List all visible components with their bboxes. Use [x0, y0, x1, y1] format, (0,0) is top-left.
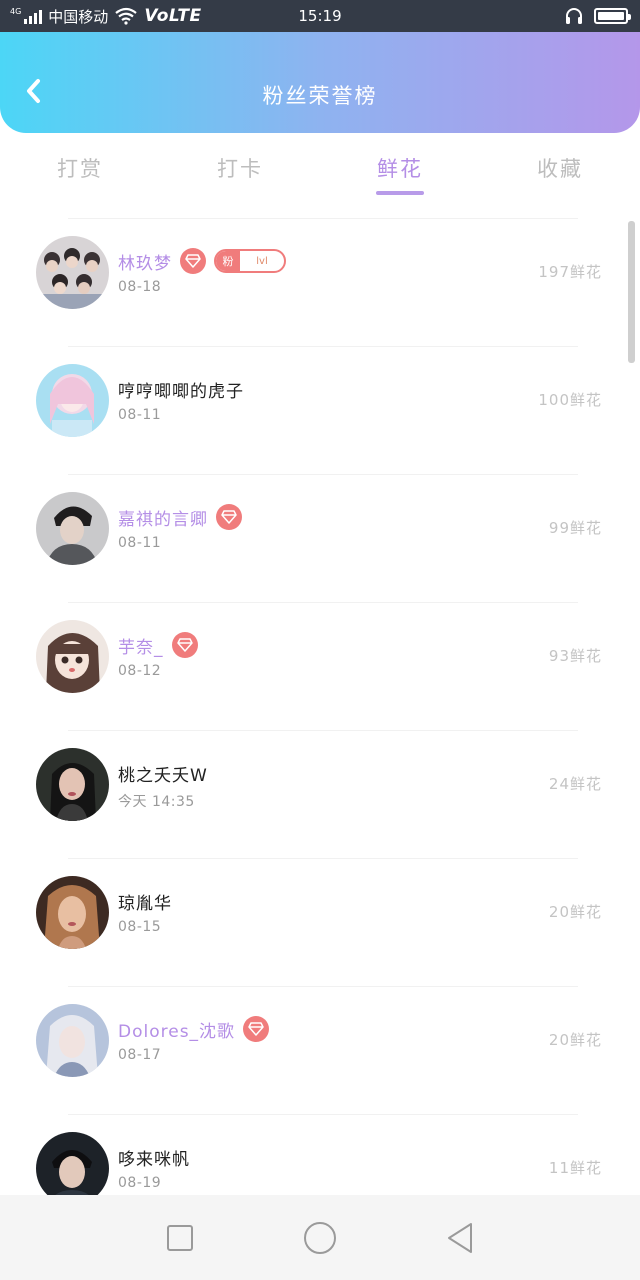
list-item[interactable]: Dolores_沈歌 08-17 20鲜花: [0, 986, 640, 1114]
fan-name: 哆来咪帆: [118, 1149, 190, 1170]
scrollbar[interactable]: [628, 221, 635, 363]
avatar[interactable]: [36, 364, 109, 437]
divider: [68, 730, 578, 731]
tab-favorites[interactable]: 收藏: [480, 133, 640, 217]
name-line: 芋奈_: [118, 631, 198, 659]
tab-label: 鲜花: [377, 157, 423, 181]
avatar[interactable]: [36, 236, 109, 309]
page-title: 粉丝荣誉榜: [262, 84, 378, 108]
fan-name: 芋奈_: [118, 637, 164, 658]
fan-name: 哼哼唧唧的虎子: [118, 381, 244, 402]
fan-date: 08-11: [118, 407, 162, 423]
divider: [68, 986, 578, 987]
list-item[interactable]: 琼胤华 08-15 20鲜花: [0, 858, 640, 986]
name-line: 桃之夭夭W: [118, 759, 208, 787]
avatar[interactable]: [36, 876, 109, 949]
tab-label: 打赏: [57, 157, 103, 181]
headphone-icon: [566, 8, 582, 24]
fan-badge-label: 粉: [216, 251, 240, 271]
page-header: 粉丝荣誉榜: [0, 32, 640, 133]
flower-count: 99鲜花: [548, 519, 602, 537]
list-item[interactable]: 哆来咪帆 08-19 11鲜花: [0, 1114, 640, 1195]
list-item[interactable]: 嘉祺的言卿 08-11 99鲜花: [0, 474, 640, 602]
fan-date: 08-12: [118, 663, 162, 679]
fan-name: Dolores_沈歌: [118, 1021, 236, 1042]
home-button[interactable]: [300, 1218, 340, 1258]
flower-count: 20鲜花: [548, 903, 602, 921]
tab-flowers[interactable]: 鲜花: [320, 133, 480, 217]
flower-count: 197鲜花: [538, 263, 602, 281]
fan-date: 08-19: [118, 1175, 162, 1191]
recent-apps-button[interactable]: [160, 1218, 200, 1258]
divider: [68, 858, 578, 859]
fan-ranking-list: 林玖梦 粉 lvl 08-18 197鲜花 哼哼唧唧的虎子 08-11 100鲜…: [0, 218, 640, 1195]
fan-name: 林玖梦: [118, 253, 172, 274]
name-line: 林玖梦 粉 lvl: [118, 247, 286, 275]
list-item[interactable]: 林玖梦 粉 lvl 08-18 197鲜花: [0, 218, 640, 346]
diamond-icon: [216, 504, 242, 530]
avatar[interactable]: [36, 620, 109, 693]
status-right: [564, 6, 631, 26]
name-line: 琼胤华: [118, 887, 172, 915]
fan-date: 08-15: [118, 919, 162, 935]
fan-name: 嘉祺的言卿: [118, 509, 208, 530]
diamond-icon: [171, 632, 198, 658]
signal-icon: 4G: [10, 7, 43, 24]
fan-date: 08-18: [118, 279, 162, 295]
tab-checkin[interactable]: 打卡: [160, 133, 320, 217]
flower-count: 11鲜花: [548, 1159, 602, 1177]
name-line: 哆来咪帆: [118, 1143, 190, 1171]
carrier-name: 中国移动: [48, 7, 109, 26]
status-time: 15:19: [298, 7, 342, 25]
divider: [68, 602, 578, 603]
name-line: Dolores_沈歌: [118, 1015, 270, 1043]
avatar[interactable]: [36, 1004, 109, 1077]
tab-label: 打卡: [217, 157, 263, 181]
tab-reward[interactable]: 打赏: [0, 133, 160, 217]
divider: [68, 218, 578, 219]
avatar[interactable]: [36, 748, 109, 821]
fan-level-badge: 粉 lvl: [214, 249, 286, 273]
status-bar: 4G 中国移动 VoLTE 15:19: [0, 0, 640, 32]
back-icon: [448, 1222, 472, 1253]
list-item[interactable]: 哼哼唧唧的虎子 08-11 100鲜花: [0, 346, 640, 474]
avatar[interactable]: [36, 1132, 109, 1195]
flower-count: 20鲜花: [548, 1031, 602, 1049]
fan-date: 08-11: [118, 535, 162, 551]
list-item[interactable]: 桃之夭夭W 今天 14:35 24鲜花: [0, 730, 640, 858]
system-back-button[interactable]: [440, 1218, 480, 1258]
list-item[interactable]: 芋奈_ 08-12 93鲜花: [0, 602, 640, 730]
flower-count: 93鲜花: [548, 647, 602, 665]
fan-badge-level: lvl: [256, 255, 268, 267]
fan-date: 08-17: [118, 1047, 162, 1063]
avatar[interactable]: [36, 492, 109, 565]
status-left: 4G 中国移动 VoLTE: [10, 6, 202, 27]
active-tab-indicator: [376, 191, 424, 195]
network-type: 4G: [10, 7, 22, 16]
home-icon: [304, 1221, 336, 1254]
tab-label: 收藏: [537, 157, 583, 181]
fan-name: 桃之夭夭W: [118, 765, 208, 786]
name-line: 嘉祺的言卿: [118, 503, 242, 531]
divider: [68, 346, 578, 347]
divider: [68, 474, 578, 475]
fan-date: 今天 14:35: [118, 794, 195, 810]
diamond-icon: [243, 1016, 270, 1042]
name-line: 哼哼唧唧的虎子: [118, 375, 244, 403]
diamond-icon: [180, 248, 206, 274]
wifi-icon: [115, 7, 137, 25]
flower-count: 100鲜花: [538, 391, 602, 409]
volte-indicator: VoLTE: [144, 6, 202, 26]
battery-icon: [594, 8, 631, 24]
divider: [68, 1114, 578, 1115]
system-nav-bar: [0, 1195, 640, 1280]
fan-name: 琼胤华: [118, 893, 172, 914]
recent-apps-icon: [167, 1224, 193, 1251]
tab-bar: 打赏 打卡 鲜花 收藏: [0, 133, 640, 217]
flower-count: 24鲜花: [548, 775, 602, 793]
